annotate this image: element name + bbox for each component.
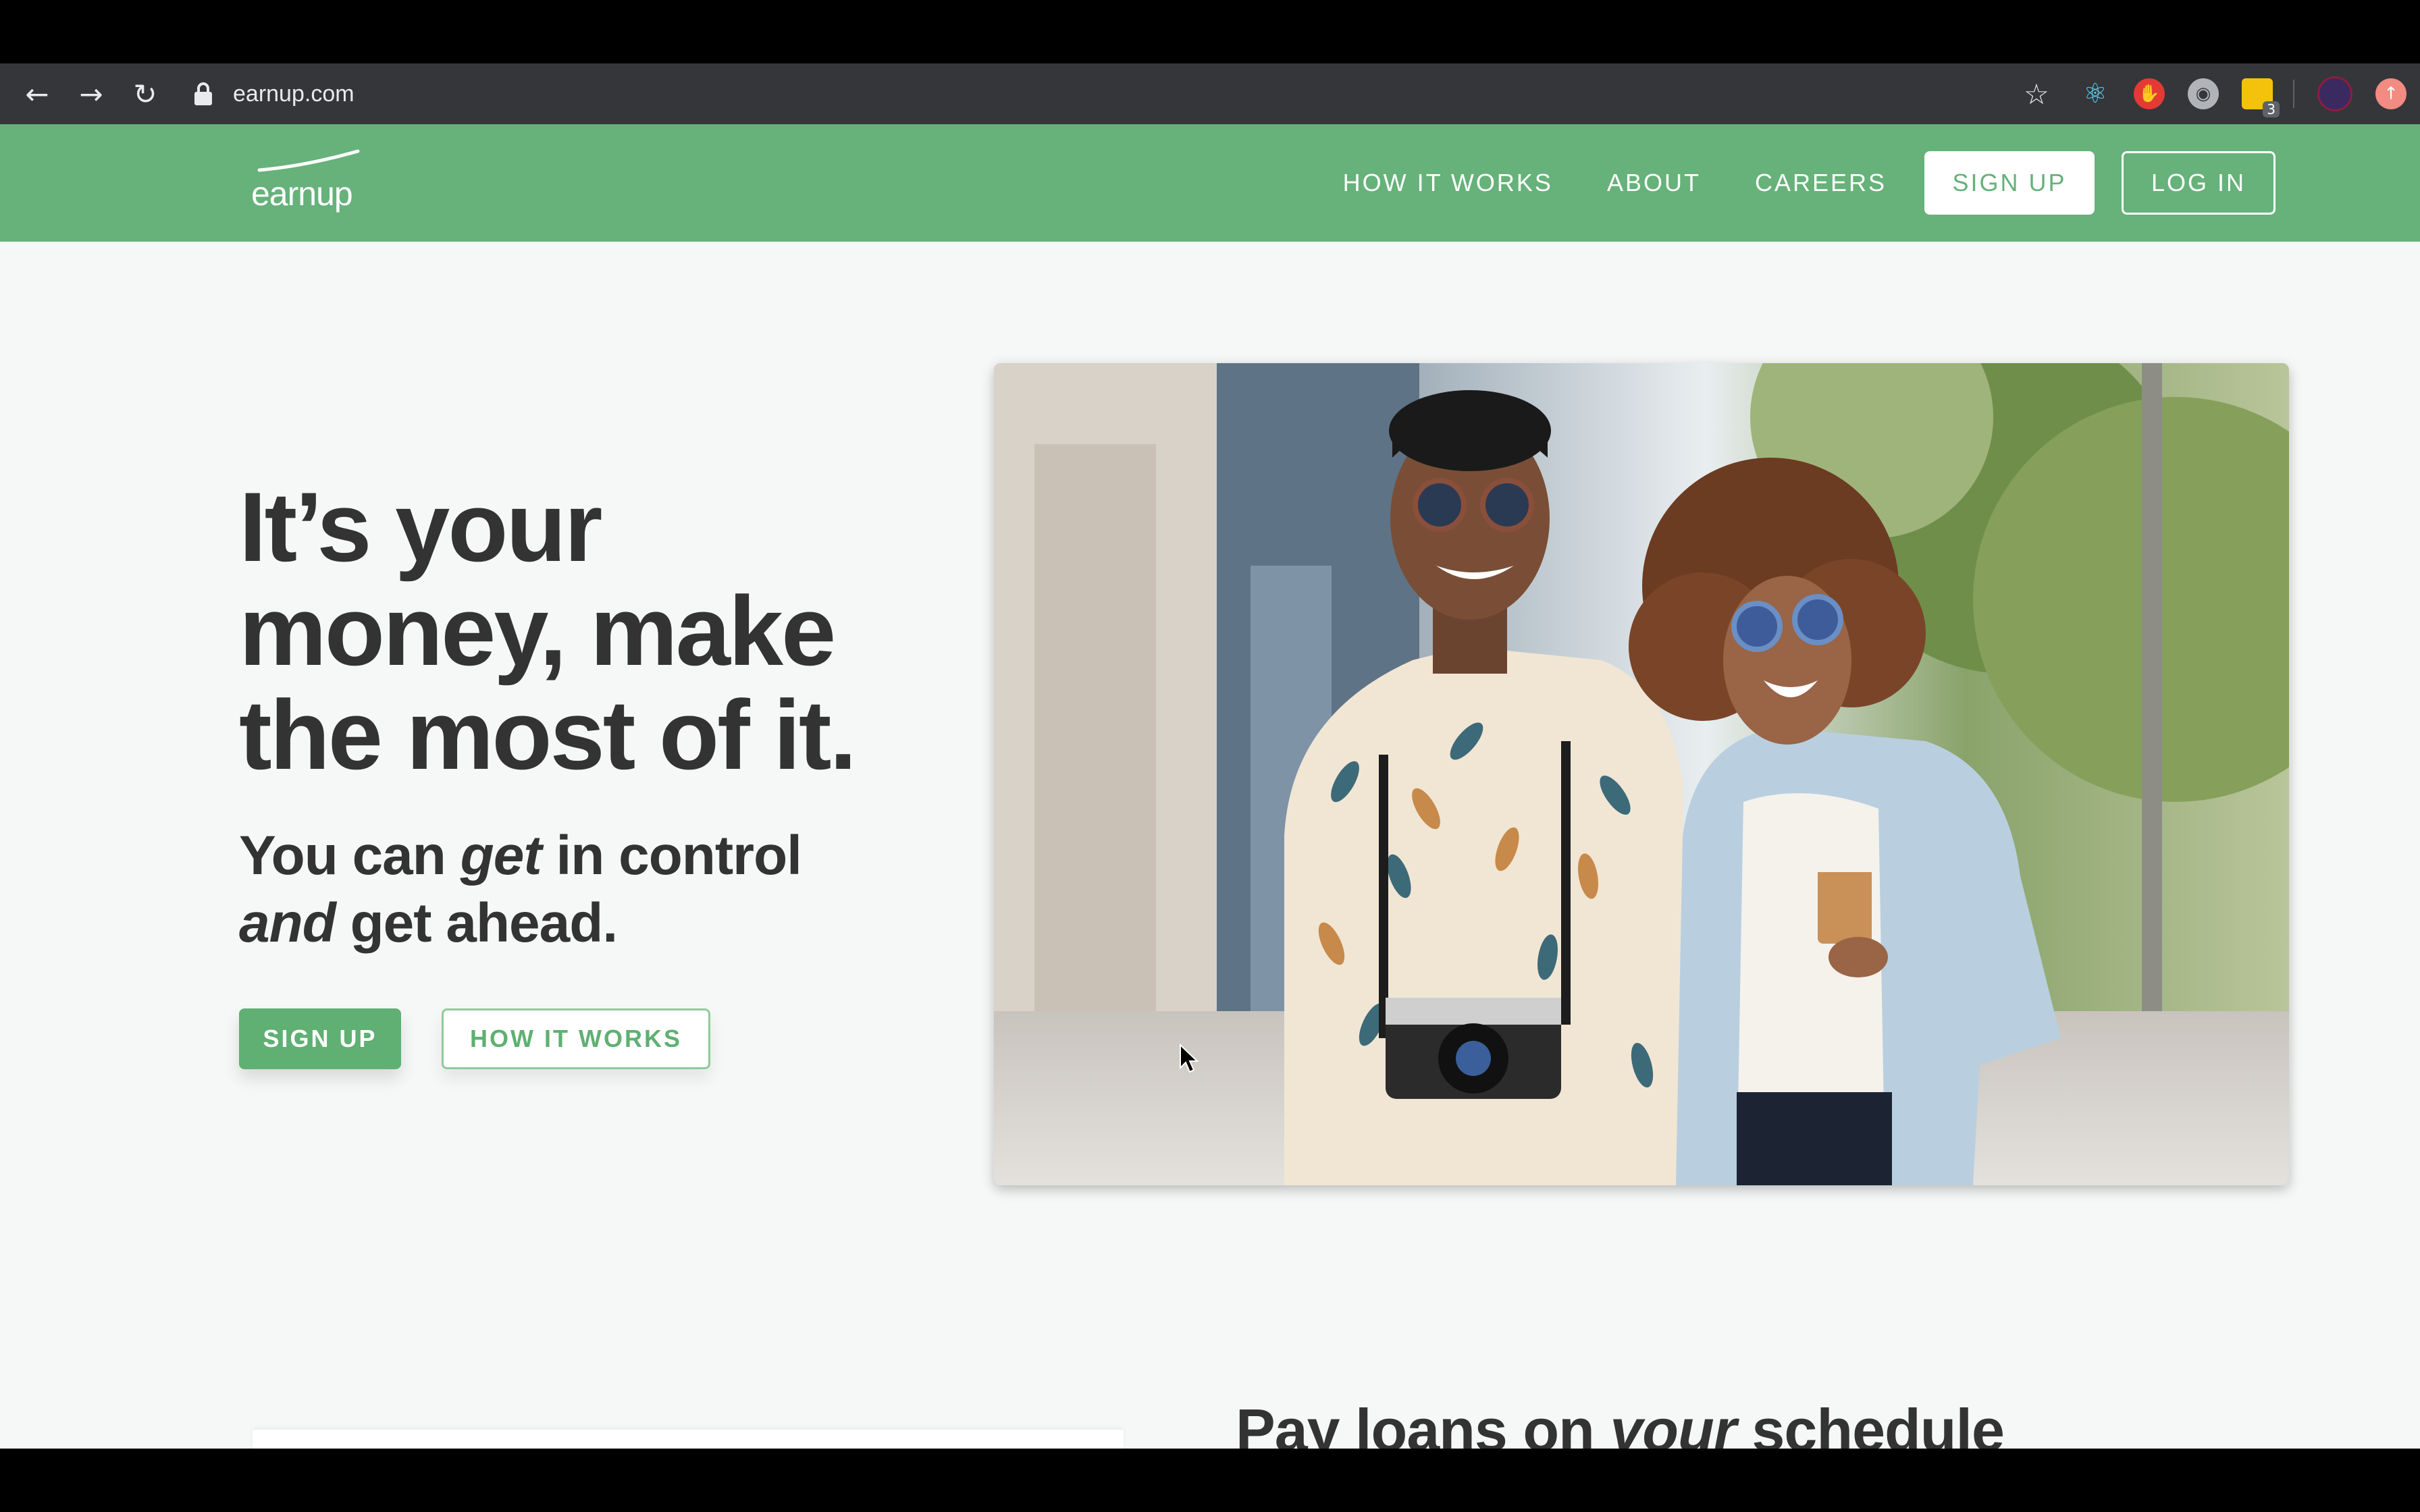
hero-title-line: money, make xyxy=(239,576,836,686)
globe-extension-icon[interactable]: ◉ xyxy=(2188,78,2219,109)
nav-careers[interactable]: CAREERS xyxy=(1755,169,1887,197)
subtitle-text: get ahead. xyxy=(335,892,619,954)
hand-stop-icon[interactable]: ✋ xyxy=(2134,78,2165,109)
react-devtools-icon[interactable]: ⚛ xyxy=(2080,78,2111,109)
back-arrow-icon[interactable]: ← xyxy=(17,74,57,114)
lock-icon xyxy=(194,82,212,105)
page-content: It’s your money, make the most of it. Yo… xyxy=(0,242,2420,1449)
site-nav: HOW IT WORKS ABOUT CAREERS SIGN UP LOG I… xyxy=(1343,124,2420,242)
section-title-emphasis: your xyxy=(1610,1397,1737,1449)
browser-toolbar: ← → ↻ earnup.com ☆ ⚛ ✋ ◉ 3 ↑ xyxy=(0,63,2420,124)
header-sign-up-button[interactable]: SIGN UP xyxy=(1924,151,2095,215)
hero-title-line: It’s your xyxy=(239,472,602,582)
hero-cta-row: SIGN UP HOW IT WORKS xyxy=(239,1008,710,1069)
header-log-in-button[interactable]: LOG IN xyxy=(2122,151,2276,215)
bookmark-star-icon[interactable]: ☆ xyxy=(2016,74,2057,114)
address-bar[interactable]: earnup.com xyxy=(192,81,1999,107)
sticky-notes-icon[interactable]: 3 xyxy=(2242,78,2280,117)
reload-icon[interactable]: ↻ xyxy=(125,74,165,114)
subtitle-text: in control xyxy=(541,825,802,886)
toolbar-divider xyxy=(2293,80,2294,108)
hero-sign-up-button[interactable]: SIGN UP xyxy=(239,1008,401,1069)
url-text[interactable]: earnup.com xyxy=(233,81,354,107)
earnup-logo[interactable]: earnup xyxy=(251,146,366,220)
feature-card xyxy=(253,1430,1124,1449)
section-title-text: Pay loans on xyxy=(1236,1397,1610,1449)
nav-how-it-works[interactable]: HOW IT WORKS xyxy=(1343,169,1553,197)
hero-subtitle: You can get in control and get ahead. xyxy=(239,822,914,957)
section-title-text: schedule xyxy=(1735,1397,2004,1449)
logo-text: earnup xyxy=(251,175,353,213)
profile-avatar-icon[interactable] xyxy=(2317,76,2352,111)
hero-title: It’s your money, make the most of it. xyxy=(239,475,914,787)
subtitle-emphasis: and xyxy=(239,892,336,954)
extension-badge: 3 xyxy=(2263,101,2280,117)
mouse-cursor-icon xyxy=(1180,1044,1199,1073)
site-header: earnup HOW IT WORKS ABOUT CAREERS SIGN U… xyxy=(0,124,2420,242)
forward-arrow-icon[interactable]: → xyxy=(71,74,111,114)
hero-how-it-works-button[interactable]: HOW IT WORKS xyxy=(442,1008,710,1069)
hero-title-line: the most of it. xyxy=(239,680,857,790)
subtitle-emphasis: get xyxy=(460,825,542,886)
extensions-bar: ☆ ⚛ ✋ ◉ 3 ↑ xyxy=(1999,74,2406,117)
update-alert-icon[interactable]: ↑ xyxy=(2375,78,2406,109)
subtitle-text: You can xyxy=(239,825,461,886)
nav-about[interactable]: ABOUT xyxy=(1607,169,1701,197)
section-title: Pay loans on your schedule xyxy=(1236,1396,2005,1449)
